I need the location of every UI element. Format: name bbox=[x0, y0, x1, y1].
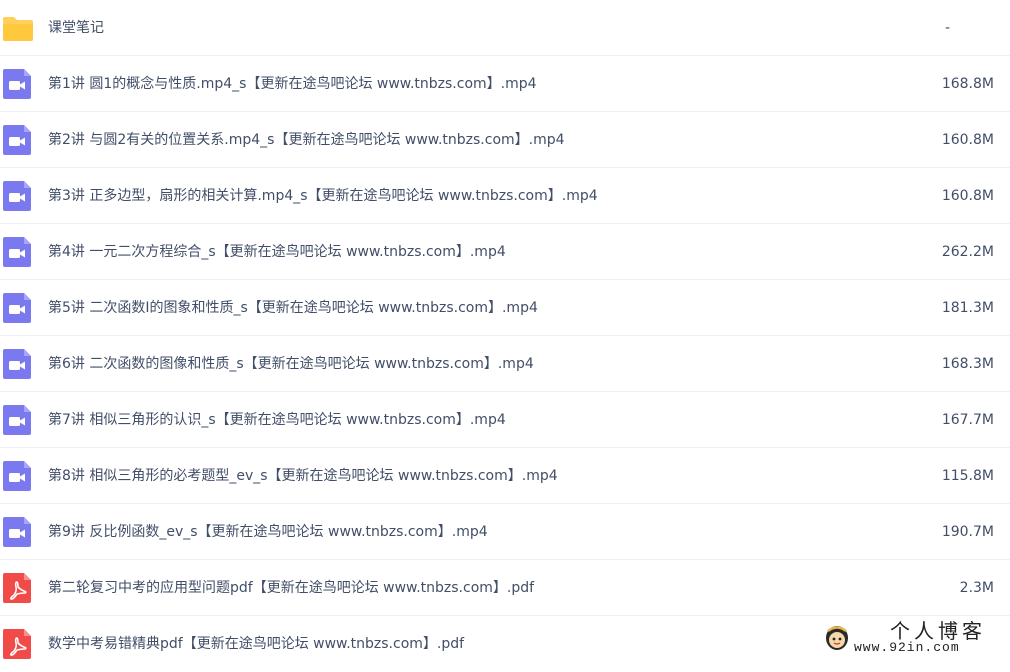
video-file-icon bbox=[2, 180, 34, 212]
file-name[interactable]: 课堂笔记 bbox=[48, 0, 104, 56]
file-size: 160.8M bbox=[941, 132, 994, 148]
file-size: 168.3M bbox=[941, 356, 994, 372]
file-name[interactable]: 第二轮复习中考的应用型问题pdf【更新在途鸟吧论坛 www.tnbzs.com】… bbox=[48, 560, 534, 616]
file-row-video[interactable]: 第1讲 圆1的概念与性质.mp4_s【更新在途鸟吧论坛 www.tnbzs.co… bbox=[0, 56, 1010, 112]
file-name[interactable]: 第2讲 与圆2有关的位置关系.mp4_s【更新在途鸟吧论坛 www.tnbzs.… bbox=[48, 112, 565, 168]
watermark-url: www.92in.com bbox=[854, 640, 960, 655]
file-row-video[interactable]: 第3讲 正多边型，扇形的相关计算.mp4_s【更新在途鸟吧论坛 www.tnbz… bbox=[0, 168, 1010, 224]
file-row-video[interactable]: 第9讲 反比例函数_ev_s【更新在途鸟吧论坛 www.tnbzs.com】.m… bbox=[0, 504, 1010, 560]
file-name[interactable]: 第6讲 二次函数的图像和性质_s【更新在途鸟吧论坛 www.tnbzs.com】… bbox=[48, 336, 534, 392]
file-name[interactable]: 第8讲 相似三角形的必考题型_ev_s【更新在途鸟吧论坛 www.tnbzs.c… bbox=[48, 448, 558, 504]
file-size: 168.8M bbox=[941, 76, 994, 92]
file-size: 160.8M bbox=[941, 188, 994, 204]
file-row-video[interactable]: 第6讲 二次函数的图像和性质_s【更新在途鸟吧论坛 www.tnbzs.com】… bbox=[0, 336, 1010, 392]
file-size: 190.7M bbox=[941, 524, 994, 540]
file-size: - bbox=[944, 20, 950, 36]
file-row-video[interactable]: 第2讲 与圆2有关的位置关系.mp4_s【更新在途鸟吧论坛 www.tnbzs.… bbox=[0, 112, 1010, 168]
file-row-video[interactable]: 第4讲 一元二次方程综合_s【更新在途鸟吧论坛 www.tnbzs.com】.m… bbox=[0, 224, 1010, 280]
file-name[interactable]: 第9讲 反比例函数_ev_s【更新在途鸟吧论坛 www.tnbzs.com】.m… bbox=[48, 504, 488, 560]
file-name[interactable]: 第4讲 一元二次方程综合_s【更新在途鸟吧论坛 www.tnbzs.com】.m… bbox=[48, 224, 506, 280]
file-name[interactable]: 第1讲 圆1的概念与性质.mp4_s【更新在途鸟吧论坛 www.tnbzs.co… bbox=[48, 56, 537, 112]
video-file-icon bbox=[2, 460, 34, 492]
file-name[interactable]: 数学中考易错精典pdf【更新在途鸟吧论坛 www.tnbzs.com】.pdf bbox=[48, 616, 464, 672]
file-size: 2.3M bbox=[959, 580, 994, 596]
file-size: 181.3M bbox=[941, 300, 994, 316]
pdf-file-icon bbox=[2, 628, 34, 660]
file-size: 115.8M bbox=[941, 468, 994, 484]
video-file-icon bbox=[2, 68, 34, 100]
watermark: 个人博客 www.92in.com bbox=[816, 619, 1006, 657]
watermark-avatar-icon bbox=[824, 623, 850, 651]
file-name[interactable]: 第3讲 正多边型，扇形的相关计算.mp4_s【更新在途鸟吧论坛 www.tnbz… bbox=[48, 168, 598, 224]
video-file-icon bbox=[2, 124, 34, 156]
video-file-icon bbox=[2, 348, 34, 380]
folder-icon bbox=[2, 12, 34, 44]
video-file-icon bbox=[2, 516, 34, 548]
file-row-pdf[interactable]: 第二轮复习中考的应用型问题pdf【更新在途鸟吧论坛 www.tnbzs.com】… bbox=[0, 560, 1010, 616]
file-size: 262.2M bbox=[941, 244, 994, 260]
video-file-icon bbox=[2, 236, 34, 268]
video-file-icon bbox=[2, 292, 34, 324]
file-size: 167.7M bbox=[941, 412, 994, 428]
file-list: 课堂笔记 - 第1讲 圆1的概念与性质.mp4_s【更新在途鸟吧论坛 www.t… bbox=[0, 0, 1010, 672]
file-name[interactable]: 第7讲 相似三角形的认识_s【更新在途鸟吧论坛 www.tnbzs.com】.m… bbox=[48, 392, 506, 448]
file-row-video[interactable]: 第8讲 相似三角形的必考题型_ev_s【更新在途鸟吧论坛 www.tnbzs.c… bbox=[0, 448, 1010, 504]
pdf-file-icon bbox=[2, 572, 34, 604]
file-name[interactable]: 第5讲 二次函数I的图象和性质_s【更新在途鸟吧论坛 www.tnbzs.com… bbox=[48, 280, 538, 336]
video-file-icon bbox=[2, 404, 34, 436]
file-row-folder[interactable]: 课堂笔记 - bbox=[0, 0, 1010, 56]
file-row-video[interactable]: 第7讲 相似三角形的认识_s【更新在途鸟吧论坛 www.tnbzs.com】.m… bbox=[0, 392, 1010, 448]
file-row-video[interactable]: 第5讲 二次函数I的图象和性质_s【更新在途鸟吧论坛 www.tnbzs.com… bbox=[0, 280, 1010, 336]
